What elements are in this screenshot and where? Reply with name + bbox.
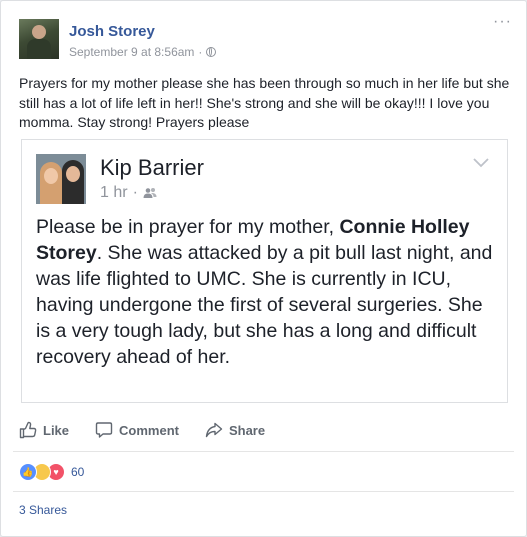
shared-post[interactable]: Kip Barrier 1 hr · Please be in prayer f…	[21, 139, 508, 403]
comment-label: Comment	[119, 422, 179, 438]
avatar-face-right	[66, 166, 80, 182]
avatar-face-left	[44, 168, 58, 184]
divider	[13, 491, 514, 492]
divider	[13, 451, 514, 452]
author-name[interactable]: Josh Storey	[69, 23, 155, 40]
shared-text-after: . She was attacked by a pit bull last ni…	[36, 242, 493, 368]
share-label: Share	[228, 422, 266, 438]
post-card: Josh Storey September 9 at 8:56am · ··· …	[0, 0, 527, 537]
globe-icon[interactable]	[206, 47, 217, 57]
reaction-count[interactable]: 60	[71, 465, 84, 479]
shared-separator: ·	[132, 184, 138, 201]
shared-author-name[interactable]: Kip Barrier	[100, 155, 204, 181]
shared-author-avatar[interactable]	[36, 154, 86, 204]
reactions-summary[interactable]: 👍 ♥ 60	[19, 463, 84, 481]
friends-icon	[143, 188, 157, 198]
chevron-down-icon[interactable]	[473, 158, 489, 168]
post-text: Prayers for my mother please she has bee…	[19, 75, 510, 130]
author-avatar[interactable]	[19, 19, 59, 59]
avatar-head	[32, 25, 46, 39]
thumbs-up-icon	[19, 421, 37, 439]
action-bar: Like Comment Share	[19, 421, 291, 439]
like-label: Like	[43, 422, 70, 438]
comment-button[interactable]: Comment	[95, 421, 179, 439]
like-reaction-icon: 👍	[19, 463, 37, 481]
more-options-icon[interactable]: ···	[493, 13, 512, 31]
shares-count[interactable]: 3 Shares	[19, 503, 67, 517]
post-meta: September 9 at 8:56am ·	[69, 45, 217, 59]
comment-icon	[95, 422, 113, 438]
like-button[interactable]: Like	[19, 421, 69, 439]
meta-separator: ·	[198, 45, 203, 59]
avatar-torso	[27, 39, 51, 59]
shared-time[interactable]: 1 hr	[100, 184, 128, 202]
post-timestamp[interactable]: September 9 at 8:56am	[69, 45, 194, 59]
shared-text: Please be in prayer for my mother, Conni…	[36, 214, 496, 370]
shared-text-before: Please be in prayer for my mother,	[36, 216, 340, 238]
share-arrow-icon	[205, 422, 223, 438]
shared-meta: 1 hr ·	[100, 184, 157, 202]
share-button[interactable]: Share	[205, 421, 265, 439]
